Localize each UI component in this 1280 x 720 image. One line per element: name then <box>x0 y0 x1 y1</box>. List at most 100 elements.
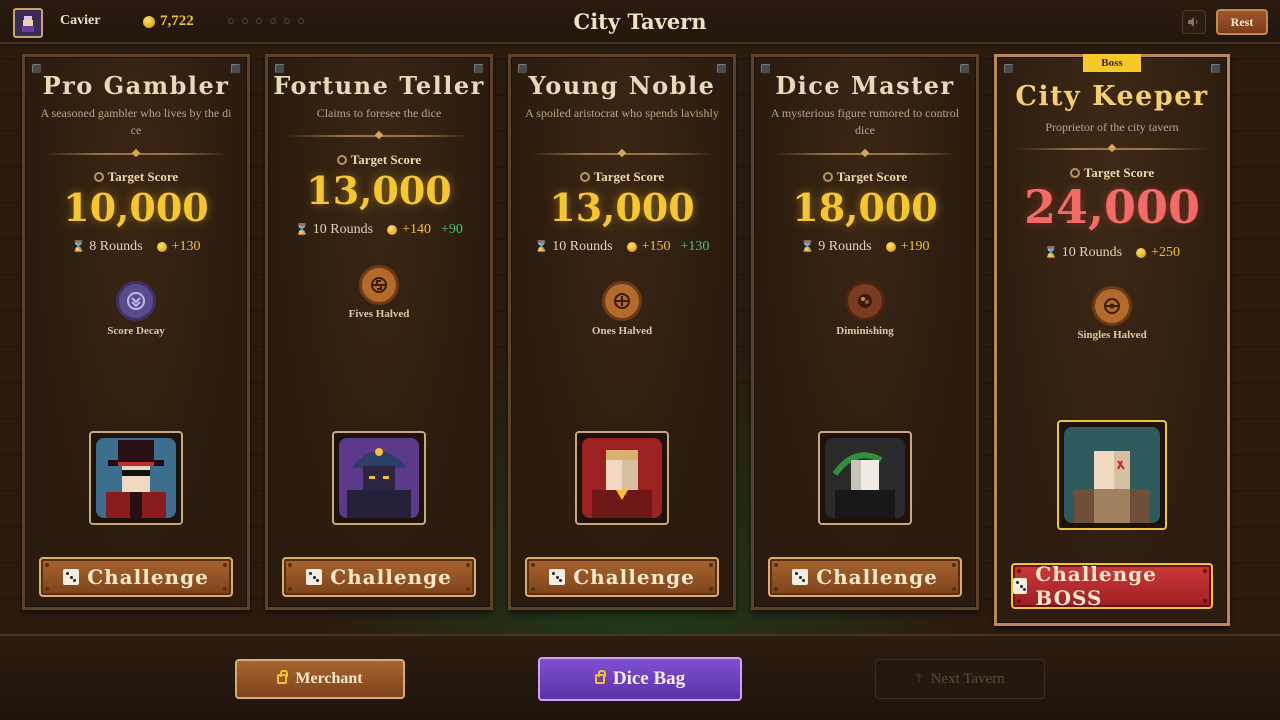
gold-bonus: +140 <box>387 222 431 238</box>
challenge-boss-button[interactable]: Challenge BOSS <box>1011 562 1213 610</box>
divider <box>45 153 227 155</box>
rounds: ⌛ 10 Rounds <box>295 222 374 237</box>
target-score-label: Target Score <box>997 165 1227 181</box>
hourglass-icon: ⌛ <box>71 241 86 253</box>
sound-button[interactable] <box>1182 10 1206 34</box>
opponent-description: Claims to foresee the dice <box>316 106 442 120</box>
modifier-label: Singles Halved <box>1077 329 1147 341</box>
challenge-button[interactable]: Challenge <box>39 557 233 597</box>
opponent-name: Pro Gambler <box>42 71 230 100</box>
opponent-stats: ⌛ 10 Rounds +150 +130 <box>511 239 733 255</box>
hourglass-icon: ⌛ <box>534 241 549 253</box>
opponent-description: A mysterious figure rumored to control d… <box>770 106 960 137</box>
rounds: ⌛ 8 Rounds <box>71 239 143 254</box>
target-score-value: 10,000 <box>63 185 209 230</box>
target-score-label: Target Score <box>511 169 733 185</box>
dice-icon <box>549 569 566 585</box>
target-icon <box>579 172 590 182</box>
diminishing-icon <box>848 284 882 318</box>
target-icon <box>1069 168 1080 178</box>
extra-bonus: +90 <box>441 222 463 237</box>
target-score-label: Target Score <box>754 169 976 185</box>
bottom-bar: Merchant Dice Bag ⍑ Next Tavern <box>0 634 1280 720</box>
rivet <box>1210 63 1221 74</box>
target-score-value: 13,000 <box>306 168 452 213</box>
next-tavern-button[interactable]: ⍑ Next Tavern <box>875 659 1045 699</box>
target-score-value: 13,000 <box>549 185 695 230</box>
coin-icon <box>387 225 398 235</box>
rounds: ⌛ 10 Rounds <box>1044 245 1123 260</box>
hourglass-icon: ⌛ <box>800 241 815 253</box>
divider <box>531 153 713 155</box>
rest-button[interactable]: Rest <box>1216 9 1268 35</box>
opponent-portrait <box>332 431 426 525</box>
modifier-label: Score Decay <box>107 325 165 337</box>
modifier-label: Ones Halved <box>591 325 653 337</box>
merchant-button[interactable]: Merchant <box>235 659 405 699</box>
gold-bonus: +130 <box>156 239 200 255</box>
dice-bag-button[interactable]: Dice Bag <box>538 657 742 701</box>
ones-halved-icon <box>605 284 639 318</box>
rounds: ⌛ 10 Rounds <box>534 239 613 254</box>
opponent-description: A spoiled aristocrat who spends lavishly <box>525 106 719 120</box>
target-score-label: Target Score <box>25 169 247 185</box>
pro-gambler-portrait-icon <box>106 440 166 518</box>
opponent-name: Fortune Teller <box>273 71 485 100</box>
target-icon <box>336 155 347 165</box>
opponent-stats: ⌛ 9 Rounds +190 <box>754 239 976 255</box>
dice-icon <box>792 569 809 585</box>
young-noble-portrait-icon <box>592 450 652 518</box>
hourglass-icon: ⌛ <box>1044 247 1058 259</box>
fives-halved-icon <box>362 268 396 302</box>
opponent-stats: ⌛ 10 Rounds +250 <box>997 245 1227 261</box>
opponent-portrait <box>1057 420 1167 530</box>
challenge-button[interactable]: Challenge <box>768 557 962 597</box>
coin-icon <box>626 242 637 252</box>
extra-bonus: +130 <box>680 239 710 254</box>
dice-icon <box>306 569 323 585</box>
modifier-label: Diminishing <box>836 325 894 337</box>
opponent-stats: ⌛ 10 Rounds +140 +90 <box>268 222 490 238</box>
opponent-portrait <box>818 431 912 525</box>
dice-master-portrait-icon <box>832 452 895 518</box>
opponent-card-fortune-teller: Fortune Teller Claims to foresee the dic… <box>265 54 493 610</box>
challenge-button[interactable]: Challenge <box>525 557 719 597</box>
opponent-card-young-noble: Young Noble A spoiled aristocrat who spe… <box>508 54 736 610</box>
target-score-value: 18,000 <box>792 185 938 230</box>
hourglass-icon: ⌛ <box>295 224 309 236</box>
opponent-stats: ⌛ 8 Rounds +130 <box>25 239 247 255</box>
singles-halved-icon <box>1095 289 1129 323</box>
gold-bonus: +250 <box>1136 245 1180 261</box>
divider <box>288 135 470 137</box>
gold-bonus: +150 <box>626 239 671 255</box>
top-bar: Cavier 7,722 City Tavern Rest <box>0 0 1280 44</box>
rounds: ⌛ 9 Rounds <box>800 239 872 254</box>
divider <box>774 153 956 155</box>
opponent-name: Dice Master <box>775 71 955 100</box>
opponent-card-city-keeper-boss: Boss City Keeper Proprietor of the city … <box>994 54 1230 626</box>
opponent-card-pro-gambler: Pro Gambler A seasoned gambler who lives… <box>22 54 250 610</box>
target-icon <box>93 172 104 182</box>
opponent-card-dice-master: Dice Master A mysterious figure rumored … <box>751 54 979 610</box>
coin-icon <box>885 242 896 252</box>
modifier-label: Fives Halved <box>348 308 410 320</box>
fortune-teller-portrait-icon <box>347 448 411 518</box>
signpost-icon: ⍑ <box>915 671 923 686</box>
dice-icon <box>1013 578 1028 594</box>
score-decay-icon <box>119 284 153 318</box>
boss-tag: Boss <box>1083 54 1141 72</box>
coin-icon <box>156 242 167 252</box>
city-keeper-portrait-icon <box>1074 451 1150 523</box>
lock-icon <box>277 670 289 684</box>
page-title: City Tavern <box>573 9 707 34</box>
speaker-icon <box>1188 17 1198 27</box>
dice-icon <box>63 569 80 585</box>
opponent-description: A seasoned gambler who lives by the dice <box>40 106 232 137</box>
target-score-label: Target Score <box>268 152 490 168</box>
coin-icon <box>1136 248 1147 258</box>
challenge-button[interactable]: Challenge <box>282 557 476 597</box>
target-score-value: 24,000 <box>1023 180 1201 234</box>
gold-bonus: +190 <box>885 239 929 255</box>
opponent-portrait <box>89 431 183 525</box>
opponent-description: Proprietor of the city tavern <box>1045 120 1179 134</box>
